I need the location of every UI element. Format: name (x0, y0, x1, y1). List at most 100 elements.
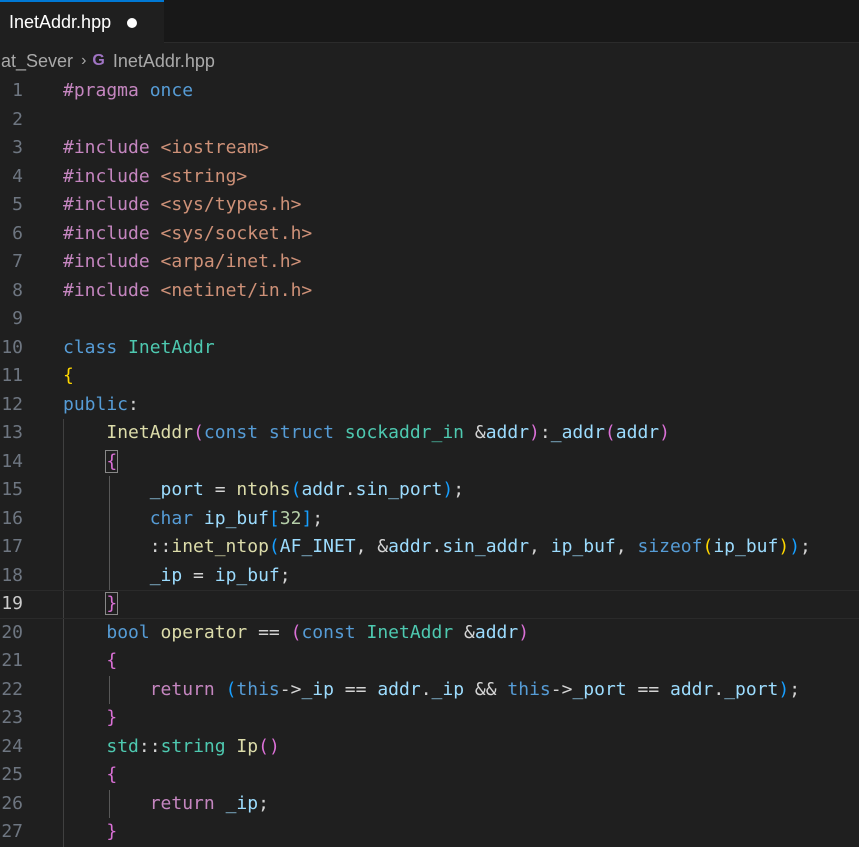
code-line[interactable]: 27 } (0, 818, 859, 847)
code-line[interactable]: 14 { (0, 447, 859, 476)
code-token: <sys/socket.h> (160, 222, 313, 244)
code-token: public (63, 393, 129, 415)
line-number: 22 (1, 678, 23, 700)
code-token: <sys/types.h> (160, 194, 302, 215)
code-text: bool operator == (const InetAddr &addr) (63, 619, 529, 648)
code-token: & (464, 621, 475, 643)
unsaved-dot-icon[interactable] (127, 17, 138, 28)
tab-bar: InetAddr.hpp (0, 0, 859, 43)
code-line[interactable]: 5 #include <sys/types.h> (0, 191, 859, 220)
code-line[interactable]: 19 } (0, 590, 859, 619)
code-token: ; (279, 564, 291, 586)
code-token: _port (572, 678, 627, 700)
line-number: 27 (1, 821, 23, 842)
code-line[interactable]: 10 class InetAddr (0, 334, 859, 363)
code-token: & (474, 422, 486, 443)
code-token: , (615, 536, 638, 557)
code-token: #include (63, 194, 161, 215)
line-number: 13 (1, 422, 23, 443)
code-line[interactable]: 8 #include <netinet/in.h> (0, 277, 859, 306)
code-token: #include (63, 222, 161, 244)
code-token: addr (485, 422, 530, 443)
code-token: == (333, 678, 378, 700)
code-line[interactable]: 18 _ip = ip_buf; (0, 561, 859, 590)
code-line[interactable]: 21 { (0, 647, 859, 676)
line-number: 4 (12, 165, 23, 187)
code-token: ntohs (236, 479, 291, 500)
code-token: this (236, 678, 280, 700)
code-token: == (626, 678, 670, 700)
code-token: , & (355, 536, 389, 557)
code-text: #include <sys/socket.h> (63, 220, 312, 249)
tab-inetaddr-hpp[interactable]: InetAddr.hpp (0, 0, 164, 43)
code-token: } (106, 707, 118, 728)
code-line[interactable]: 6 #include <sys/socket.h> (0, 220, 859, 249)
code-line[interactable]: 4 #include <string> (0, 163, 859, 192)
code-token: inet_ntop (171, 536, 269, 557)
code-line[interactable]: 25 { (0, 761, 859, 790)
line-number: 10 (1, 336, 23, 358)
code-line[interactable]: 26 return _ip; (0, 789, 859, 818)
code-line[interactable]: 15 _port = ntohs(addr.sin_port); (0, 476, 859, 505)
line-number: 11 (1, 365, 23, 386)
code-line[interactable]: 7 #include <arpa/inet.h> (0, 248, 859, 277)
line-number: 25 (1, 764, 23, 785)
code-text: public: (63, 391, 139, 420)
code-token: ; (258, 792, 269, 814)
code-text: #include <sys/types.h> (63, 191, 301, 220)
code-token: InetAddr (106, 422, 194, 443)
code-token: <netinet/in.h> (160, 279, 313, 301)
code-line[interactable]: 20 bool operator == (const InetAddr &add… (0, 618, 859, 648)
code-token: addr (301, 479, 345, 500)
code-token: addr (474, 621, 519, 643)
line-number: 7 (12, 251, 23, 272)
code-token: sin_addr (442, 536, 530, 557)
code-token: addr (388, 536, 432, 557)
code-line[interactable]: 17 ::inet_ntop(AF_INET, &addr.sin_addr, … (0, 533, 859, 562)
code-line[interactable]: 2 (0, 106, 859, 135)
code-token: _ip (225, 792, 259, 814)
line-number: 8 (12, 279, 23, 301)
code-token: <string> (160, 165, 248, 187)
code-token: ; (453, 479, 465, 500)
code-line[interactable]: 23 } (0, 704, 859, 733)
code-line[interactable]: 24 std::string Ip() (0, 732, 859, 761)
code-token: ( (193, 422, 204, 443)
breadcrumb-file[interactable]: InetAddr.hpp (113, 51, 215, 72)
code-token: = (203, 479, 237, 500)
code-token: ) (518, 621, 530, 643)
code-text: class InetAddr (63, 334, 215, 363)
code-line[interactable]: 3 #include <iostream> (0, 134, 859, 163)
line-number: 12 (1, 393, 23, 415)
code-token: } (106, 821, 118, 842)
code-token: _port (149, 479, 204, 500)
code-text: #include <string> (63, 163, 247, 192)
code-token: : (539, 422, 551, 443)
line-number: 20 (1, 621, 23, 643)
line-number: 14 (1, 450, 23, 472)
code-token: addr (377, 678, 421, 700)
breadcrumb-folder[interactable]: hat_Sever (0, 51, 73, 72)
code-token: return (149, 678, 226, 700)
code-line[interactable]: 9 (0, 305, 859, 334)
line-number: 2 (12, 108, 23, 130)
code-token: ip_buf (550, 536, 616, 557)
code-token: once (149, 80, 194, 101)
code-text: { (63, 761, 117, 790)
code-line[interactable]: 13 InetAddr(const struct sockaddr_in &ad… (0, 419, 859, 448)
code-token: _port (724, 678, 779, 700)
code-line[interactable]: 11 { (0, 362, 859, 391)
code-line[interactable]: 12 public: (0, 391, 859, 420)
code-line[interactable]: 1 #pragma once (0, 77, 859, 106)
code-token: class (63, 336, 129, 358)
code-line[interactable]: 16 char ip_buf[32]; (0, 504, 859, 533)
code-token: AF_INET (279, 536, 356, 557)
code-token: ip_buf (203, 507, 269, 529)
code-line[interactable]: 22 return (this->_ip == addr._ip && this… (0, 675, 859, 704)
code-editor[interactable]: 1 #pragma once 2 3 #include <iostream> 4 #incl… (0, 77, 859, 847)
code-token: :: (138, 735, 161, 757)
code-token: string (160, 735, 237, 757)
code-text: } (63, 704, 117, 733)
